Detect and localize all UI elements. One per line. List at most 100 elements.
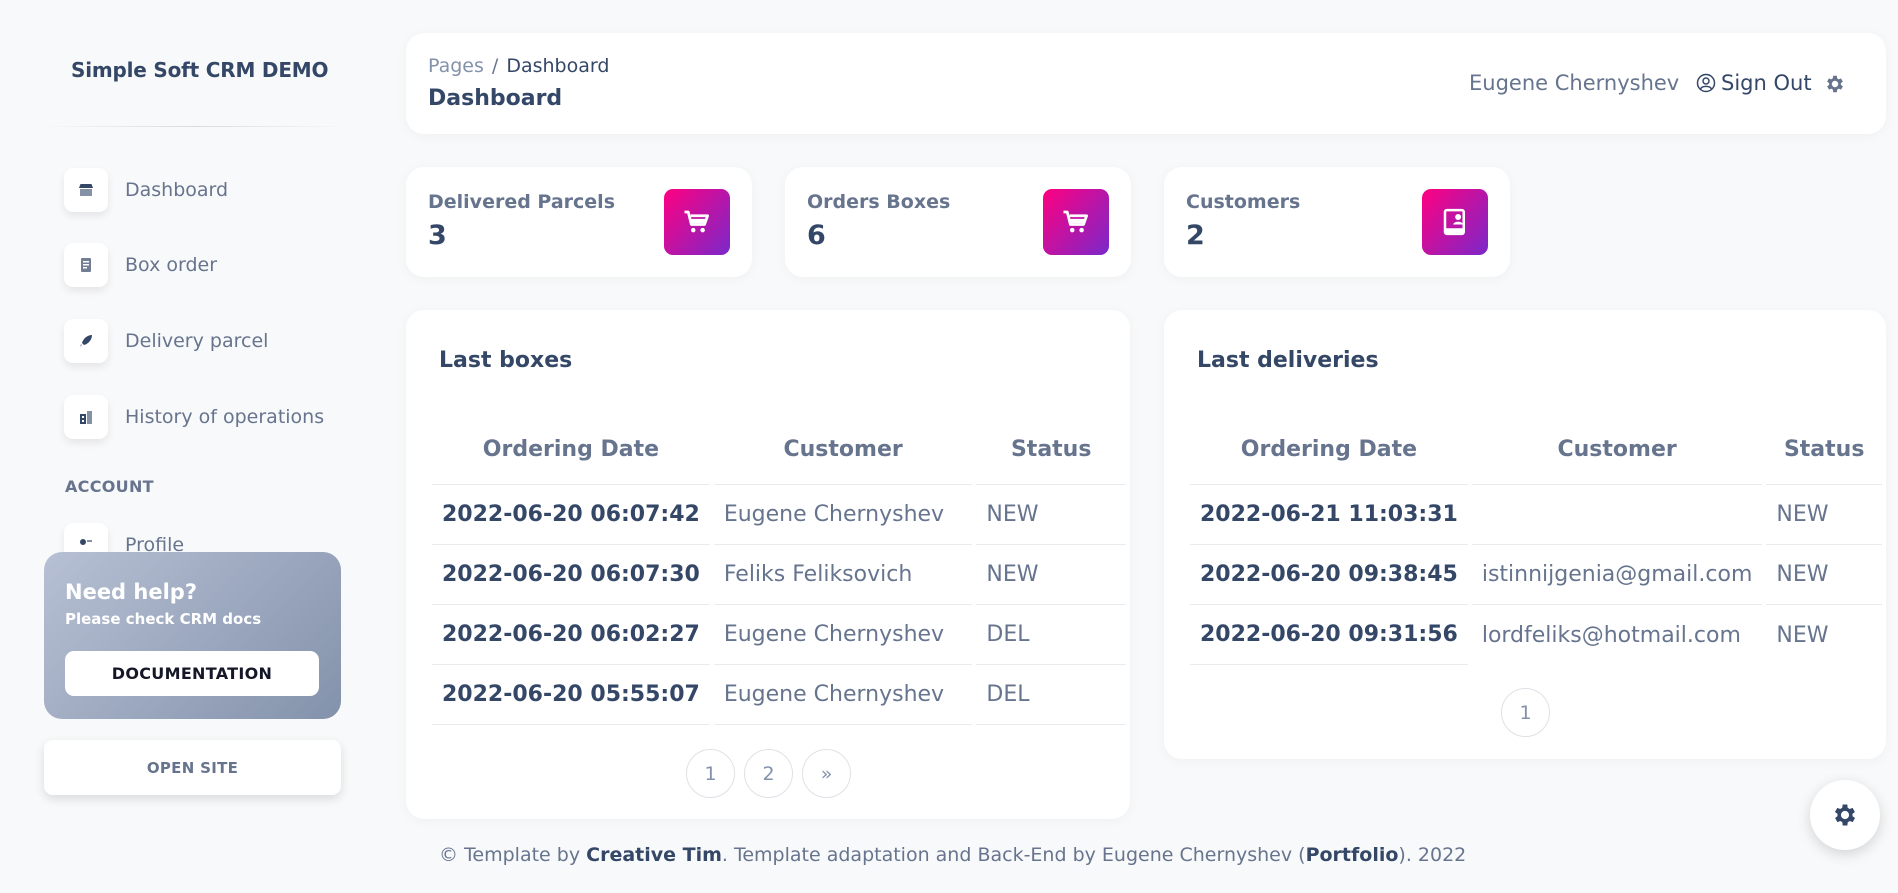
- breadcrumb-separator: /: [491, 55, 499, 77]
- divider: [38, 126, 350, 127]
- table-header-row: Ordering Date Customer Status: [1190, 414, 1882, 485]
- column-header: Status: [1766, 414, 1882, 485]
- last-boxes-table: Ordering Date Customer Status 2022-06-20…: [428, 414, 1130, 725]
- stat-card-orders-boxes: Orders Boxes 6: [785, 167, 1131, 277]
- stat-card-delivered-parcels: Delivered Parcels 3: [406, 167, 752, 277]
- cart-icon: [664, 189, 730, 255]
- customer-cell: istinnijgenia@gmail.com: [1471, 545, 1763, 605]
- page-title: Dashboard: [428, 86, 563, 111]
- top-navbar: Pages / Dashboard Dashboard Eugene Chernys…: [406, 33, 1886, 134]
- portfolio-link[interactable]: Portfolio: [1306, 844, 1399, 866]
- documentation-button[interactable]: DOCUMENTATION: [65, 651, 319, 696]
- column-header: Status: [976, 414, 1126, 485]
- table-header-row: Ordering Date Customer Status: [432, 414, 1126, 485]
- last-deliveries-table: Ordering Date Customer Status 2022-06-21…: [1186, 414, 1886, 665]
- settings-fab-button[interactable]: [1810, 780, 1880, 850]
- column-header: Ordering Date: [432, 414, 710, 485]
- status-cell: DEL: [976, 665, 1126, 725]
- footer-text: ). 2022: [1398, 844, 1467, 866]
- table-row: 2022-06-20 05:55:07 Eugene Chernyshev DE…: [432, 665, 1126, 725]
- stat-label: Delivered Parcels: [428, 191, 616, 213]
- stat-card-customers: Customers 2: [1164, 167, 1510, 277]
- panel-title: Last deliveries: [1197, 348, 1379, 373]
- breadcrumb-current: Dashboard: [506, 55, 610, 77]
- stat-value: 2: [1186, 220, 1205, 251]
- help-card: Need help? Please check CRM docs DOCUMEN…: [44, 552, 341, 719]
- sidebar-item-label: Box order: [125, 254, 218, 276]
- last-deliveries-panel: Last deliveries Ordering Date Customer S…: [1164, 310, 1886, 759]
- table-row: 2022-06-20 06:02:27 Eugene Chernyshev DE…: [432, 605, 1126, 665]
- panel-title: Last boxes: [439, 348, 573, 373]
- date-cell: 2022-06-20 06:02:27: [432, 605, 710, 665]
- contact-book-icon: [1422, 189, 1488, 255]
- status-cell: NEW: [1776, 622, 1829, 648]
- breadcrumb: Pages / Dashboard: [428, 55, 609, 77]
- customer-cell: Eugene Chernyshev: [713, 665, 973, 725]
- open-site-button[interactable]: OPEN SITE: [44, 740, 341, 795]
- table-row: 2022-06-20 06:07:42 Eugene Chernyshev NE…: [432, 485, 1126, 545]
- sidebar-item-label: Delivery parcel: [125, 330, 269, 352]
- stat-label: Orders Boxes: [807, 191, 951, 213]
- sidebar-item-dashboard[interactable]: Dashboard: [64, 168, 228, 212]
- creative-tim-link[interactable]: Creative Tim: [586, 844, 722, 866]
- date-cell: 2022-06-21 11:03:31: [1190, 485, 1468, 545]
- user-name: Eugene Chernyshev: [1469, 71, 1680, 95]
- status-cell: NEW: [1766, 545, 1882, 605]
- customer-cell: Feliks Feliksovich: [713, 545, 973, 605]
- last-boxes-panel: Last boxes Ordering Date Customer Status…: [406, 310, 1130, 819]
- pagination: 1: [1501, 688, 1550, 737]
- date-cell: 2022-06-20 09:31:56: [1190, 605, 1468, 665]
- customer-cell: [1471, 485, 1763, 545]
- customer-cell: lordfeliks@hotmail.com: [1481, 622, 1741, 648]
- gear-icon[interactable]: [1824, 73, 1846, 95]
- table-row: 2022-06-20 09:31:56 lordfeliks@hotmail.c…: [1190, 605, 1882, 665]
- section-title-account: ACCOUNT: [65, 477, 154, 496]
- rocket-icon: [64, 319, 108, 363]
- page-button-2[interactable]: 2: [744, 749, 793, 798]
- cart-icon: [1043, 189, 1109, 255]
- status-cell: NEW: [976, 485, 1126, 545]
- date-cell: 2022-06-20 09:38:45: [1190, 545, 1468, 605]
- page-button-1[interactable]: 1: [686, 749, 735, 798]
- customer-cell: Eugene Chernyshev: [713, 605, 973, 665]
- page-button-next[interactable]: »: [802, 749, 851, 798]
- page-button-1[interactable]: 1: [1501, 688, 1550, 737]
- sidebar-item-label: History of operations: [125, 406, 325, 428]
- pagination: 1 2 »: [686, 749, 851, 798]
- sidebar: Simple Soft CRM DEMO Dashboard Box order…: [0, 0, 380, 893]
- customer-cell: Eugene Chernyshev: [713, 485, 973, 545]
- sign-out-button[interactable]: Sign Out: [1696, 71, 1812, 95]
- footer: © Template by Creative Tim. Template ada…: [439, 844, 1466, 866]
- sidebar-item-label: Dashboard: [125, 179, 229, 201]
- sign-out-label: Sign Out: [1721, 71, 1812, 95]
- gear-icon: [1834, 804, 1856, 826]
- status-cell: DEL: [976, 605, 1126, 665]
- stat-value: 3: [428, 220, 447, 251]
- brand-title[interactable]: Simple Soft CRM DEMO: [71, 58, 328, 82]
- help-title: Need help?: [65, 580, 198, 604]
- column-header: Customer: [713, 414, 973, 485]
- sidebar-item-box-order[interactable]: Box order: [64, 243, 217, 287]
- sidebar-item-delivery-parcel[interactable]: Delivery parcel: [64, 319, 268, 363]
- column-header: Customer: [1471, 414, 1763, 485]
- date-cell: 2022-06-20 06:07:42: [432, 485, 710, 545]
- user-circle-icon: [1696, 73, 1716, 93]
- status-cell: NEW: [976, 545, 1126, 605]
- table-row: 2022-06-20 06:07:30 Feliks Feliksovich N…: [432, 545, 1126, 605]
- table-row: 2022-06-21 11:03:31 NEW: [1190, 485, 1882, 545]
- status-cell: NEW: [1766, 485, 1882, 545]
- table-row: 2022-06-20 09:38:45 istinnijgenia@gmail.…: [1190, 545, 1882, 605]
- footer-text: © Template by: [439, 844, 587, 866]
- document-icon: [64, 243, 108, 287]
- help-subtitle: Please check CRM docs: [65, 610, 262, 628]
- sidebar-item-history[interactable]: History of operations: [64, 395, 324, 439]
- column-header: Ordering Date: [1190, 414, 1468, 485]
- stat-label: Customers: [1186, 191, 1301, 213]
- date-cell: 2022-06-20 06:07:30: [432, 545, 710, 605]
- stat-value: 6: [807, 220, 826, 251]
- breadcrumb-pages-link[interactable]: Pages: [428, 55, 484, 77]
- date-cell: 2022-06-20 05:55:07: [432, 665, 710, 725]
- office-icon: [64, 395, 108, 439]
- shop-icon: [64, 168, 108, 212]
- footer-text: . Template adaptation and Back-End by Eu…: [721, 844, 1306, 866]
